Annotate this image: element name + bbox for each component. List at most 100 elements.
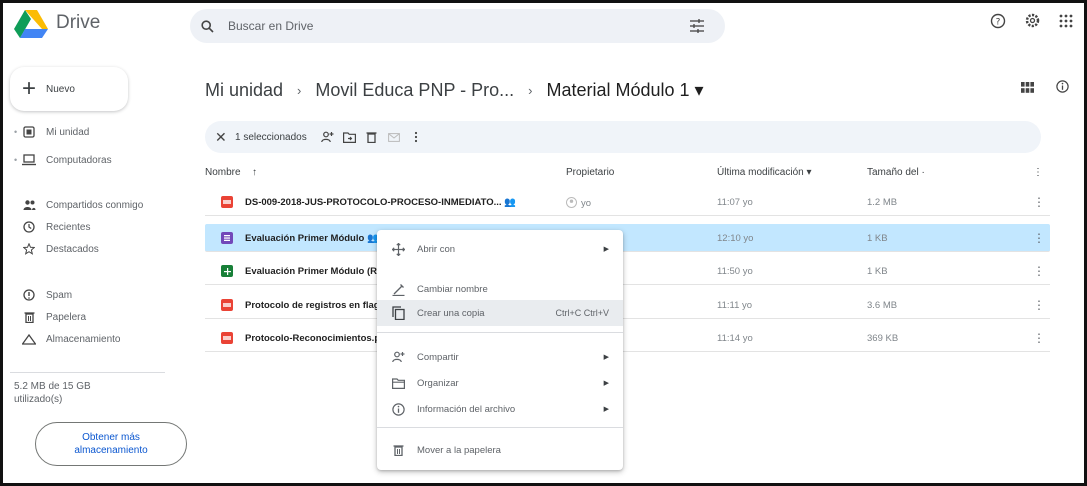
menu-item-open-with[interactable]: Abrir con ▶ — [377, 236, 623, 262]
app-name: Drive — [56, 12, 101, 33]
new-button[interactable]: + Nuevo — [10, 67, 128, 111]
sidebar-item-shared-with-me[interactable]: Compartidos conmigo — [14, 196, 143, 214]
file-size: 369 KB — [867, 333, 899, 344]
menu-item-make-copy[interactable]: Crear una copia Ctrl+C Ctrl+V — [377, 300, 623, 326]
menu-item-label: Crear una copia — [417, 307, 485, 319]
table-row[interactable]: Protocolo-Reconocimientos.p 11:14 yo 369… — [205, 324, 1050, 352]
selection-toolbar: ✕ 1 seleccionados — [205, 121, 1041, 153]
sidebar-item-starred[interactable]: Destacados — [14, 240, 99, 258]
drive-logo[interactable]: Drive — [14, 8, 174, 38]
trash-icon — [377, 444, 413, 456]
column-size-header[interactable]: Tamaño del · — [867, 167, 925, 178]
file-name: DS-009-2018-JUS-PROTOCOLO-PROCESO-INMEDI… — [245, 197, 517, 208]
file-size: 1 KB — [867, 266, 888, 277]
settings-gear-icon[interactable] — [1024, 12, 1041, 34]
more-actions-icon[interactable] — [405, 131, 427, 143]
menu-item-share[interactable]: Compartir ▶ — [377, 344, 623, 370]
breadcrumb: Mi unidad › Movil Educa PNP - Pro... › M… — [205, 80, 704, 101]
menu-item-label: Compartir — [417, 351, 459, 363]
avatar-icon — [566, 197, 577, 208]
shared-icon — [20, 199, 38, 211]
sidebar-item-my-drive[interactable]: • Mi unidad — [14, 123, 89, 141]
context-menu: Abrir con ▶ Cambiar nombre Crear una cop… — [377, 230, 623, 470]
top-bar: Drive Buscar en Drive ? — [0, 0, 1087, 62]
new-button-label: Nuevo — [46, 83, 75, 95]
sidebar-item-storage[interactable]: Almacenamiento — [14, 330, 120, 348]
column-modified-header[interactable]: Última modificación ▾ — [717, 167, 812, 178]
grid-view-icon[interactable] — [1021, 80, 1034, 98]
plus-icon: + — [22, 75, 37, 102]
spam-icon — [20, 289, 38, 301]
computer-icon — [20, 154, 38, 166]
table-row-selected[interactable]: Evaluación Primer Módulo 👥 12:10 yo 1 KB… — [205, 224, 1050, 252]
move-to-folder-icon[interactable] — [339, 131, 361, 143]
search-input[interactable]: Buscar en Drive — [228, 19, 313, 33]
clock-icon — [20, 221, 38, 233]
sidebar-divider — [10, 372, 165, 373]
email-icon[interactable] — [383, 132, 405, 142]
row-more-icon[interactable]: ⋮ — [1033, 231, 1045, 245]
sidebar-item-spam[interactable]: Spam — [14, 286, 72, 304]
breadcrumb-item-folder[interactable]: Movil Educa PNP - Pro... — [315, 80, 514, 101]
breadcrumb-separator: › — [528, 83, 533, 98]
storage-used-amount: 5.2 MB de 15 GB — [14, 381, 91, 392]
table-row[interactable]: Evaluación Primer Módulo (R 11:50 yo 1 K… — [205, 257, 1050, 285]
menu-item-rename[interactable]: Cambiar nombre — [377, 276, 623, 302]
menu-item-label: Mover a la papelera — [417, 444, 501, 456]
sidebar-item-trash[interactable]: Papelera — [14, 308, 86, 326]
search-icon[interactable] — [192, 19, 222, 33]
cloud-icon — [20, 333, 38, 345]
details-info-icon[interactable] — [1056, 80, 1069, 98]
file-size: 1 KB — [867, 233, 888, 244]
menu-item-label: Cambiar nombre — [417, 283, 488, 295]
table-row[interactable]: Protocolo de registros en flag 11:11 yo … — [205, 291, 1050, 319]
sidebar-item-label: Spam — [46, 289, 73, 301]
breadcrumb-item-my-drive[interactable]: Mi unidad — [205, 80, 283, 101]
sidebar-item-label: Computadoras — [46, 154, 112, 166]
selection-count: 1 seleccionados — [235, 131, 307, 143]
row-more-icon[interactable]: ⋮ — [1033, 195, 1045, 209]
view-actions — [1021, 80, 1069, 98]
storage-button-line1: Obtener más — [82, 432, 140, 443]
submenu-arrow-icon: ▶ — [603, 406, 609, 413]
pencil-icon — [377, 283, 413, 296]
column-name-header[interactable]: Nombre — [205, 167, 241, 178]
submenu-arrow-icon: ▶ — [603, 354, 609, 361]
table-row[interactable]: DS-009-2018-JUS-PROTOCOLO-PROCESO-INMEDI… — [205, 188, 1050, 216]
menu-item-label: Organizar — [417, 377, 459, 389]
menu-item-shortcut: Ctrl+C Ctrl+V — [555, 308, 609, 318]
sort-arrow-icon[interactable]: ↑ — [252, 167, 257, 178]
menu-divider — [377, 332, 623, 333]
star-icon — [20, 243, 38, 255]
share-person-icon[interactable] — [317, 131, 339, 143]
trash-icon[interactable] — [361, 131, 383, 143]
trash-icon — [20, 311, 38, 323]
help-icon[interactable]: ? — [990, 13, 1006, 34]
menu-divider — [377, 427, 623, 428]
share-person-icon — [377, 351, 413, 363]
storage-button-line2: almacenamiento — [74, 445, 148, 456]
search-bar[interactable]: Buscar en Drive — [190, 9, 725, 43]
search-options-icon[interactable] — [689, 18, 705, 39]
clear-selection-icon[interactable]: ✕ — [215, 129, 231, 146]
file-list-header: Nombre ↑ Propietario Última modificación… — [205, 163, 1050, 185]
row-more-icon[interactable]: ⋮ — [1033, 331, 1045, 345]
sidebar-item-label: Compartidos conmigo — [46, 199, 144, 211]
row-more-icon[interactable]: ⋮ — [1033, 298, 1045, 312]
sidebar-item-recent[interactable]: Recientes — [14, 218, 90, 236]
menu-item-organize[interactable]: Organizar ▶ — [377, 370, 623, 396]
file-name: Protocolo de registros en flag — [245, 300, 380, 311]
apps-grid-icon[interactable] — [1059, 14, 1073, 33]
file-size: 3.6 MB — [867, 300, 898, 311]
menu-item-file-info[interactable]: Información del archivo ▶ — [377, 396, 623, 422]
column-options-icon[interactable]: ⋮ — [1033, 167, 1043, 178]
column-owner-header: Propietario — [566, 167, 615, 178]
breadcrumb-item-current-folder[interactable]: Material Módulo 1 ▾ — [546, 80, 703, 101]
sidebar-item-computers[interactable]: • Computadoras — [14, 151, 112, 169]
get-more-storage-button[interactable]: Obtener más almacenamiento — [35, 422, 187, 466]
submenu-arrow-icon: ▶ — [603, 246, 609, 253]
menu-item-move-to-trash[interactable]: Mover a la papelera — [377, 437, 623, 463]
menu-item-label: Abrir con — [417, 243, 456, 255]
sidebar-item-label: Mi unidad — [46, 126, 90, 138]
row-more-icon[interactable]: ⋮ — [1033, 264, 1045, 278]
